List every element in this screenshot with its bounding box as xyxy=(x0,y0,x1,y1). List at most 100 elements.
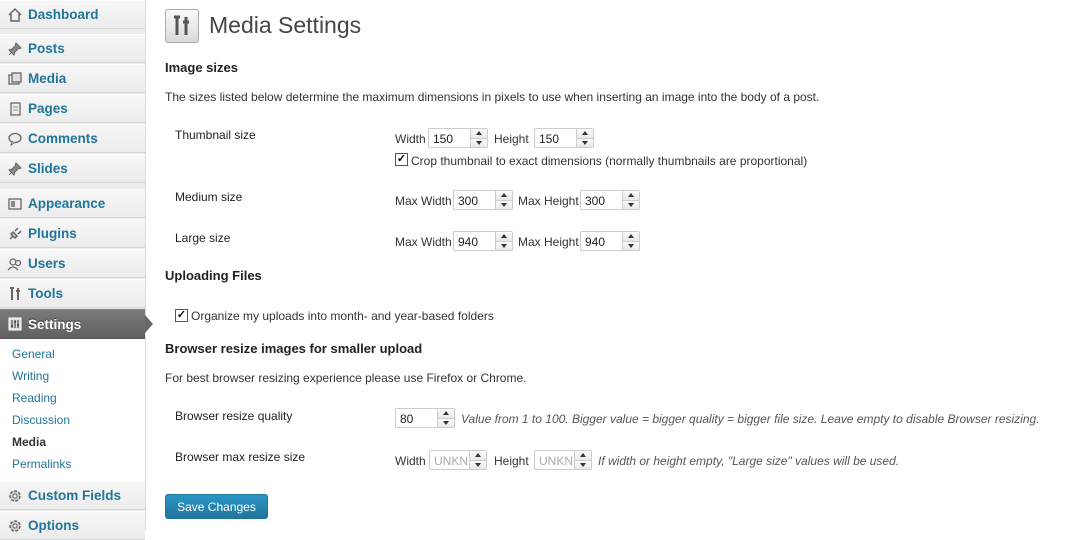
spinner-buttons[interactable] xyxy=(495,191,512,209)
medium-max-width-input[interactable]: 300 xyxy=(453,190,513,210)
spinner-buttons[interactable] xyxy=(576,129,593,147)
menu-item-custom-fields[interactable]: Custom Fields xyxy=(0,481,145,510)
admin-sidebar: Dashboard Posts Media Pages Comments Sli… xyxy=(0,0,153,540)
menu-label: Slides xyxy=(28,161,68,176)
spin-up-icon[interactable] xyxy=(623,191,639,201)
plugin-icon xyxy=(6,225,24,243)
thumbnail-size-label: Thumbnail size xyxy=(175,128,256,142)
thumbnail-height-input[interactable]: 150 xyxy=(534,128,594,148)
thumbnail-height-label: Height xyxy=(494,132,529,146)
submenu-reading[interactable]: Reading xyxy=(12,391,57,405)
menu-label: Dashboard xyxy=(28,7,99,22)
menu-label: Settings xyxy=(28,316,82,332)
organize-uploads-checkbox[interactable]: ✓ xyxy=(175,309,188,322)
appearance-icon xyxy=(6,195,24,213)
spin-down-icon[interactable] xyxy=(623,200,639,209)
menu-label: Custom Fields xyxy=(28,488,122,503)
max-resize-height-input[interactable]: UNKN xyxy=(534,450,592,470)
spin-up-icon[interactable] xyxy=(471,129,487,139)
main-content: Media Settings Image sizes The sizes lis… xyxy=(165,0,1065,531)
spinner-buttons[interactable] xyxy=(469,451,486,469)
tools-icon xyxy=(6,285,24,303)
menu-item-settings[interactable]: Settings xyxy=(0,309,153,339)
menu-label: Comments xyxy=(28,131,98,146)
menu-item-tools[interactable]: Tools xyxy=(0,279,145,308)
medium-max-height-label: Max Height xyxy=(518,194,579,208)
max-resize-width-input[interactable]: UNKN xyxy=(429,450,487,470)
organize-uploads-label: Organize my uploads into month- and year… xyxy=(191,309,494,323)
spin-up-icon[interactable] xyxy=(496,232,512,242)
gear-icon xyxy=(6,517,24,535)
thumbnail-width-input[interactable]: 150 xyxy=(428,128,488,148)
spin-up-icon[interactable] xyxy=(577,129,593,139)
menu-item-options[interactable]: Options xyxy=(0,511,145,540)
spin-up-icon[interactable] xyxy=(496,191,512,201)
large-max-height-label: Max Height xyxy=(518,235,579,249)
spin-down-icon[interactable] xyxy=(496,241,512,250)
field-placeholder: UNKN xyxy=(539,454,574,468)
pages-icon xyxy=(6,100,24,118)
spin-up-icon[interactable] xyxy=(575,451,591,461)
spin-down-icon[interactable] xyxy=(575,460,591,469)
submenu-media[interactable]: Media xyxy=(12,435,46,449)
save-changes-button[interactable]: Save Changes xyxy=(165,494,268,519)
menu-item-plugins[interactable]: Plugins xyxy=(0,219,145,248)
medium-size-label: Medium size xyxy=(175,190,243,204)
field-value: 940 xyxy=(585,235,606,249)
dashboard-icon xyxy=(6,6,24,24)
field-value: 150 xyxy=(539,132,560,146)
large-max-height-input[interactable]: 940 xyxy=(580,231,640,251)
crop-thumbnail-checkbox[interactable]: ✓ xyxy=(395,153,408,166)
settings-submenu: General Writing Reading Discussion Media… xyxy=(0,339,145,482)
large-max-width-input[interactable]: 940 xyxy=(453,231,513,251)
field-value: 300 xyxy=(458,194,479,208)
menu-item-comments[interactable]: Comments xyxy=(0,124,145,153)
submenu-permalinks[interactable]: Permalinks xyxy=(12,457,71,471)
browser-resize-heading: Browser resize images for smaller upload xyxy=(165,341,423,356)
submenu-writing[interactable]: Writing xyxy=(12,369,49,383)
menu-item-appearance[interactable]: Appearance xyxy=(0,189,145,218)
spinner-buttons[interactable] xyxy=(437,409,454,427)
browser-max-resize-size-label: Browser max resize size xyxy=(175,450,306,464)
menu-item-media[interactable]: Media xyxy=(0,64,145,93)
spin-up-icon[interactable] xyxy=(470,451,486,461)
menu-label: Appearance xyxy=(28,196,106,211)
spin-down-icon[interactable] xyxy=(438,418,454,427)
spin-down-icon[interactable] xyxy=(470,460,486,469)
spinner-buttons[interactable] xyxy=(470,129,487,147)
menu-label: Pages xyxy=(28,101,68,116)
max-resize-width-label: Width xyxy=(395,454,426,468)
settings-icon xyxy=(6,315,24,333)
spin-up-icon[interactable] xyxy=(623,232,639,242)
spin-up-icon[interactable] xyxy=(438,409,454,419)
field-value: 80 xyxy=(400,412,414,426)
spinner-buttons[interactable] xyxy=(574,451,591,469)
resize-quality-input[interactable]: 80 xyxy=(395,408,455,428)
uploading-files-heading: Uploading Files xyxy=(165,268,262,283)
menu-label: Tools xyxy=(28,286,63,301)
spinner-buttons[interactable] xyxy=(495,232,512,250)
menu-item-slides[interactable]: Slides xyxy=(0,154,145,183)
menu-label: Media xyxy=(28,71,67,86)
menu-label: Plugins xyxy=(28,226,77,241)
spinner-buttons[interactable] xyxy=(622,191,639,209)
medium-max-width-label: Max Width xyxy=(395,194,452,208)
field-value: 300 xyxy=(585,194,606,208)
max-resize-height-label: Height xyxy=(494,454,529,468)
pin-icon xyxy=(6,160,24,178)
spin-down-icon[interactable] xyxy=(623,241,639,250)
large-size-label: Large size xyxy=(175,231,231,245)
spin-down-icon[interactable] xyxy=(577,138,593,147)
comment-icon xyxy=(6,130,24,148)
menu-item-users[interactable]: Users xyxy=(0,249,145,278)
submenu-general[interactable]: General xyxy=(12,347,55,361)
check-mark-icon: ✓ xyxy=(396,153,407,165)
menu-item-posts[interactable]: Posts xyxy=(0,34,145,63)
submenu-discussion[interactable]: Discussion xyxy=(12,413,70,427)
menu-item-pages[interactable]: Pages xyxy=(0,94,145,123)
medium-max-height-input[interactable]: 300 xyxy=(580,190,640,210)
spin-down-icon[interactable] xyxy=(471,138,487,147)
spin-down-icon[interactable] xyxy=(496,200,512,209)
spinner-buttons[interactable] xyxy=(622,232,639,250)
menu-item-dashboard[interactable]: Dashboard xyxy=(0,0,145,29)
